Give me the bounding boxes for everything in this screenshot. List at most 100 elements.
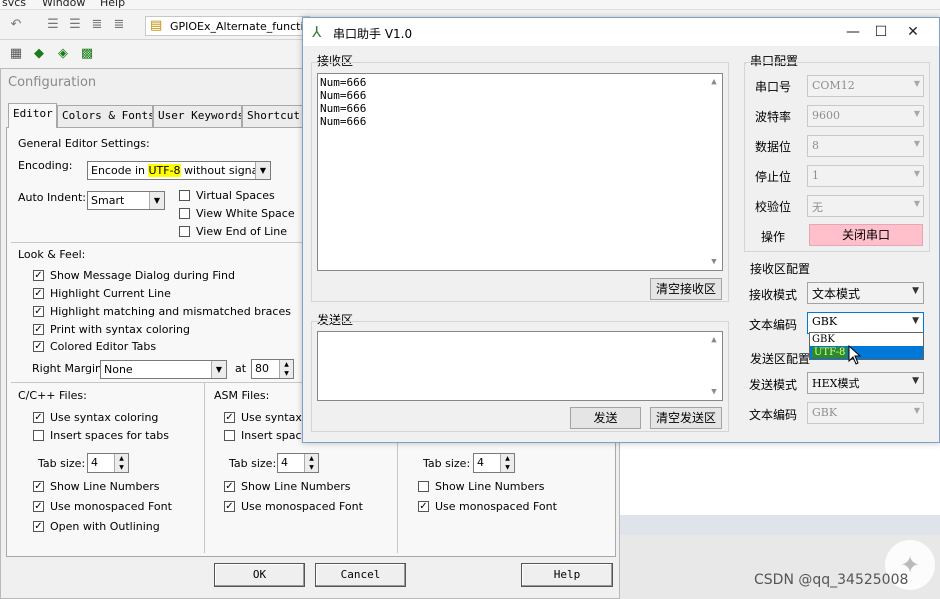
send-mode-select[interactable]: HEX模式 ▼: [807, 372, 924, 394]
chevron-down-icon: ▼: [913, 109, 920, 118]
virtual-spaces-checkbox[interactable]: [179, 190, 190, 201]
view-end-of-line-checkbox[interactable]: [179, 226, 190, 237]
receive-mode-select[interactable]: 文本模式 ▼: [807, 282, 924, 304]
send-encoding-value: GBK: [812, 406, 838, 419]
colored-editor-tabs-label: Colored Editor Tabs: [50, 340, 157, 353]
build-icon[interactable]: ▦: [8, 46, 24, 62]
tab-user-keywords[interactable]: User Keywords: [153, 105, 242, 127]
receive-encoding-select[interactable]: GBK ▼: [807, 312, 924, 334]
scroll-up-icon[interactable]: ▲: [706, 74, 722, 90]
comment-icon[interactable]: ≣: [89, 17, 105, 33]
stopbits-select[interactable]: 1 ▼: [807, 165, 924, 187]
stopbits-label: 停止位: [754, 170, 791, 184]
view-white-space-label: View White Space: [196, 207, 295, 220]
diamond-icon[interactable]: ◆: [31, 46, 47, 62]
view-white-space-checkbox[interactable]: [179, 208, 190, 219]
scroll-down-icon[interactable]: ▼: [706, 254, 722, 270]
show-message-dialog-label: Show Message Dialog during Find: [50, 269, 235, 282]
asm-line-numbers-checkbox[interactable]: ✓: [224, 481, 235, 492]
uncomment-icon[interactable]: ≣: [111, 17, 127, 33]
serial-titlebar[interactable]: ⅄ 串口助手 V1.0 — ☐ ✕: [303, 18, 939, 46]
spinner-arrows-icon[interactable]: ▲ ▼: [279, 360, 293, 378]
other-mono-font-checkbox[interactable]: ✓: [418, 501, 429, 512]
maximize-icon[interactable]: ☐: [866, 22, 896, 42]
print-syntax-coloring-checkbox[interactable]: ✓: [33, 324, 44, 335]
scroll-down-icon[interactable]: ▼: [706, 384, 722, 400]
virtual-spaces-label: Virtual Spaces: [196, 189, 275, 202]
port-select[interactable]: COM12 ▼: [807, 75, 924, 97]
spinner-arrows-icon[interactable]: ▲ ▼: [500, 454, 514, 472]
help-button[interactable]: Help: [521, 563, 613, 587]
right-margin-column-spinner[interactable]: 80 ▲ ▼: [251, 359, 294, 379]
spinner-arrows-icon[interactable]: ▲ ▼: [114, 454, 128, 472]
parity-select[interactable]: 无 ▼: [807, 195, 924, 217]
close-port-button[interactable]: 关闭串口: [809, 224, 923, 246]
ide-menubar: svcs Window Help: [0, 0, 940, 10]
baud-select[interactable]: 9600 ▼: [807, 105, 924, 127]
show-message-dialog-checkbox[interactable]: ✓: [33, 270, 44, 281]
receive-scrollbar[interactable]: ▲ ▼: [706, 74, 722, 270]
outdent-icon[interactable]: ☰: [67, 17, 83, 33]
asm-tab-size-label: Tab size:: [229, 457, 277, 470]
ide-editor-area: [620, 440, 940, 515]
send-textarea[interactable]: ▲ ▼: [317, 331, 723, 401]
clear-send-button[interactable]: 清空发送区: [650, 407, 722, 429]
options-icon[interactable]: ◈: [55, 46, 71, 62]
spinner-arrows-icon[interactable]: ▲ ▼: [304, 454, 318, 472]
other-line-numbers-checkbox[interactable]: [418, 481, 429, 492]
tab-editor[interactable]: Editor: [8, 103, 57, 128]
asm-mono-font-label: Use monospaced Font: [241, 500, 363, 513]
encoding-dropdown-list[interactable]: GBK UTF-8: [809, 332, 924, 360]
auto-indent-select[interactable]: Smart ▼: [87, 191, 165, 210]
right-margin-select[interactable]: None ▼: [100, 360, 227, 379]
menu-item[interactable]: svcs: [2, 0, 26, 9]
c-insert-spaces-checkbox[interactable]: [33, 430, 44, 441]
chevron-down-icon: ▼: [912, 286, 919, 296]
c-syntax-coloring-checkbox[interactable]: ✓: [33, 412, 44, 423]
menu-item-window[interactable]: Window: [42, 0, 85, 9]
clear-receive-button[interactable]: 清空接收区: [650, 278, 722, 300]
indent-icon[interactable]: ☰: [45, 17, 61, 33]
asm-syntax-coloring-checkbox[interactable]: ✓: [224, 412, 235, 423]
tab-shortcut-keys[interactable]: Shortcut K: [242, 105, 304, 127]
asm-tab-size-spinner[interactable]: 4 ▲ ▼: [277, 453, 319, 473]
ok-button[interactable]: OK: [214, 563, 305, 587]
ide-toolbar-secondary: ▦ ◆ ◈ ▩: [0, 40, 310, 68]
tab-colors-fonts[interactable]: Colors & Fonts: [57, 105, 153, 127]
c-outlining-checkbox[interactable]: ✓: [33, 521, 44, 532]
ide-file-tab-label: GPIOEx_Alternate_function: [170, 20, 308, 33]
minimize-icon[interactable]: —: [838, 22, 868, 42]
other-tab-size-label: Tab size:: [423, 457, 471, 470]
right-margin-column-value: 80: [255, 362, 269, 375]
other-tab-size-spinner[interactable]: 4 ▲ ▼: [473, 453, 515, 473]
send-button[interactable]: 发送: [570, 407, 641, 429]
close-icon[interactable]: ✕: [898, 22, 928, 42]
encoding-select[interactable]: Encode in UTF-8 without signature ▼: [87, 161, 271, 180]
c-mono-font-checkbox[interactable]: ✓: [33, 501, 44, 512]
asm-insert-spaces-checkbox[interactable]: [224, 430, 235, 441]
asm-line-numbers-label: Show Line Numbers: [241, 480, 351, 493]
send-scrollbar[interactable]: ▲ ▼: [706, 332, 722, 400]
pack-installer-icon[interactable]: ▩: [79, 46, 95, 62]
send-encoding-select[interactable]: GBK ▼: [807, 402, 924, 424]
other-tab-size-value: 4: [477, 456, 484, 469]
dropdown-option-gbk[interactable]: GBK: [810, 333, 923, 346]
c-line-numbers-checkbox[interactable]: ✓: [33, 481, 44, 492]
menu-item-help[interactable]: Help: [100, 0, 125, 9]
csdn-watermark: CSDN @qq_34525008: [754, 572, 909, 588]
scroll-up-icon[interactable]: ▲: [706, 332, 722, 348]
cancel-button[interactable]: Cancel: [315, 563, 406, 587]
chevron-down-icon: ▼: [912, 376, 919, 386]
databits-select[interactable]: 8 ▼: [807, 135, 924, 157]
asm-mono-font-checkbox[interactable]: ✓: [224, 501, 235, 512]
c-tab-size-spinner[interactable]: 4 ▲ ▼: [87, 453, 129, 473]
dropdown-option-utf8[interactable]: UTF-8: [810, 346, 923, 359]
highlight-current-line-checkbox[interactable]: ✓: [33, 288, 44, 299]
undo-icon[interactable]: ↶: [8, 17, 24, 33]
highlight-braces-checkbox[interactable]: ✓: [33, 306, 44, 317]
receive-textarea[interactable]: Num=666 Num=666 Num=666 Num=666 ▲ ▼: [317, 73, 723, 271]
ide-status-strip: [620, 515, 940, 535]
ide-file-tab[interactable]: ▤ GPIOEx_Alternate_function: [145, 16, 310, 36]
colored-editor-tabs-checkbox[interactable]: ✓: [33, 341, 44, 352]
parity-label: 校验位: [754, 200, 791, 214]
